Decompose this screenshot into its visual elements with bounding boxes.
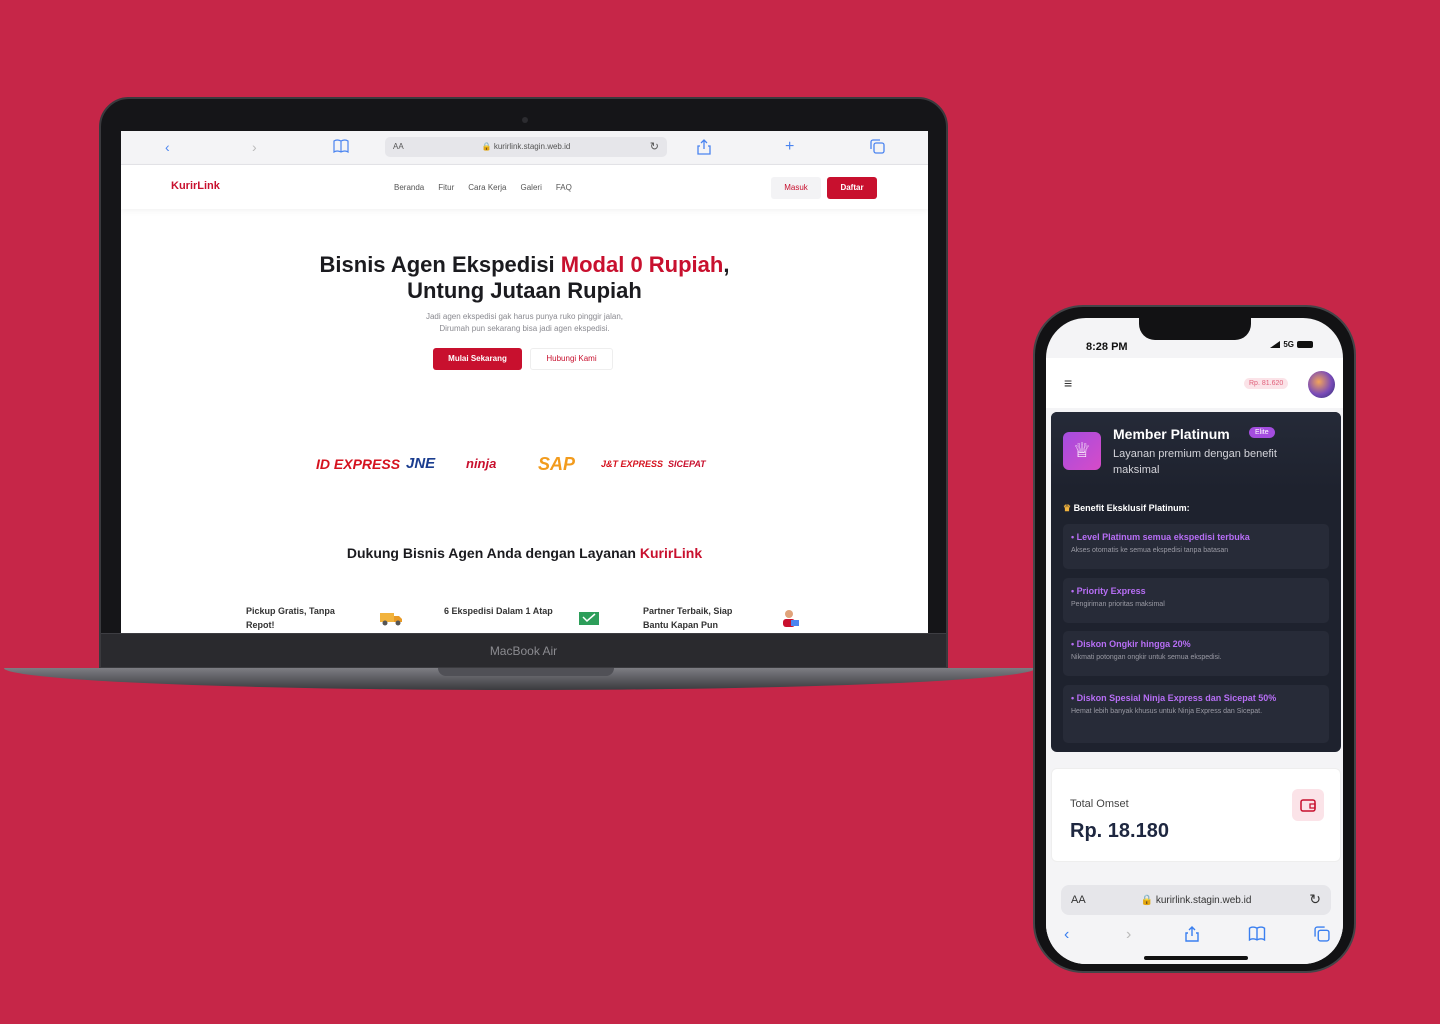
phone-url-text: 🔒 kurirlink.stagin.web.id — [1140, 895, 1252, 906]
omset-label: Total Omset — [1070, 798, 1129, 810]
feature-pickup: Pickup Gratis, Tanpa Repot! — [246, 606, 335, 630]
section-title: Dukung Bisnis Agen Anda dengan Layanan K… — [346, 545, 703, 561]
network-label: 5G — [1283, 340, 1294, 349]
nav-galeri[interactable]: Galeri — [521, 183, 542, 192]
hero-title: Bisnis Agen Ekspedisi Modal 0 Rupiah, Un… — [319, 252, 730, 303]
menu-icon[interactable]: ≡ — [1064, 375, 1072, 391]
phone-share-icon[interactable] — [1185, 926, 1199, 947]
benefit-item: • Priority Express Pengiriman prioritas … — [1063, 578, 1329, 623]
phone-back-icon[interactable]: ‹ — [1064, 926, 1069, 944]
forward-icon[interactable]: › — [252, 139, 257, 155]
contact-us-button[interactable]: Hubungi Kami — [530, 348, 613, 370]
app-header: ≡ Rp. 81.620 — [1046, 358, 1343, 408]
feature-ekspedisi: 6 Ekspedisi Dalam 1 Atap — [444, 606, 553, 616]
register-button[interactable]: Daftar — [827, 177, 877, 199]
support-agent-icon — [783, 610, 799, 627]
phone-address-bar[interactable]: AA 🔒 kurirlink.stagin.web.id ↻ — [1061, 885, 1331, 915]
nav-links: Beranda Fitur Cara Kerja Galeri FAQ — [394, 183, 572, 192]
member-card-header: ♕ Member Platinum Elite Layanan premium … — [1051, 412, 1341, 490]
laptop-chin: MacBook Air — [101, 633, 946, 667]
truck-icon — [380, 613, 402, 626]
tabs-icon[interactable] — [870, 139, 885, 157]
bookmarks-icon[interactable] — [333, 139, 349, 156]
avatar[interactable] — [1308, 371, 1335, 398]
member-title: Member Platinum — [1113, 426, 1230, 442]
jne-logo: JNE — [406, 455, 436, 472]
crown-icon: ♕ — [1063, 432, 1101, 470]
hero-subtitle: Jadi agen ekspedisi gak harus punya ruko… — [425, 312, 623, 333]
phone-tabs-icon[interactable] — [1314, 926, 1330, 947]
nav-cara-kerja[interactable]: Cara Kerja — [468, 183, 506, 192]
member-card: ♕ Member Platinum Elite Layanan premium … — [1051, 412, 1341, 752]
feature-partner: Partner Terbaik, Siap Bantu Kapan Pun — [643, 606, 733, 630]
laptop-screen: ‹ › AA 🔒 kurirlink.stagin.web.id ↻ + Kur… — [121, 131, 928, 634]
back-icon[interactable]: ‹ — [165, 139, 170, 155]
laptop: ‹ › AA 🔒 kurirlink.stagin.web.id ↻ + Kur… — [99, 97, 948, 669]
brand-logo[interactable]: KurirLink — [171, 180, 220, 192]
balance-chip[interactable]: Rp. 81.620 — [1244, 378, 1289, 389]
site-navbar: KurirLink Beranda Fitur Cara Kerja Galer… — [121, 165, 928, 209]
login-button[interactable]: Masuk — [771, 177, 821, 199]
crown-small-icon: ♛ — [1063, 503, 1072, 513]
phone-screen: 8:28 PM 5G ≡ Rp. 81.620 ♕ Member Platinu… — [1046, 318, 1343, 964]
camera-icon — [522, 117, 528, 123]
sap-logo: SAP — [538, 454, 576, 474]
nav-fitur[interactable]: Fitur — [438, 183, 454, 192]
new-tab-icon[interactable]: + — [785, 139, 794, 155]
start-now-button[interactable]: Mulai Sekarang — [433, 348, 522, 370]
nav-faq[interactable]: FAQ — [556, 183, 572, 192]
wallet-icon — [1292, 789, 1324, 821]
sicepat-logo: SICEPAT — [668, 459, 706, 469]
reload-icon[interactable]: ↻ — [650, 140, 659, 153]
nav-beranda[interactable]: Beranda — [394, 183, 424, 192]
ninja-logo: ninja — [466, 456, 497, 471]
address-bar[interactable]: AA 🔒 kurirlink.stagin.web.id ↻ — [385, 137, 667, 157]
phone-notch — [1139, 318, 1251, 340]
status-time: 8:28 PM — [1086, 341, 1128, 353]
phone-safari-toolbar: AA 🔒 kurirlink.stagin.web.id ↻ ‹ › — [1046, 878, 1343, 964]
status-indicators: 5G — [1270, 340, 1313, 349]
phone-forward-icon[interactable]: › — [1126, 926, 1131, 944]
jnt-logo: J&T EXPRESS — [601, 459, 664, 469]
benefit-item: • Diskon Spesial Ninja Express dan Sicep… — [1063, 685, 1329, 743]
laptop-base — [4, 668, 1036, 690]
share-icon[interactable] — [697, 139, 711, 158]
url-text: 🔒 kurirlink.stagin.web.id — [481, 142, 571, 151]
phone-bookmarks-icon[interactable] — [1248, 926, 1266, 946]
phone-reload-icon[interactable]: ↻ — [1309, 891, 1321, 908]
package-icon — [579, 612, 599, 625]
partner-logos: ID EXPRESS JNE ninja SAP J&T EXPRESS SIC… — [316, 449, 736, 479]
benefit-item: • Diskon Ongkir hingga 20% Nikmati poton… — [1063, 631, 1329, 676]
laptop-notch — [438, 668, 614, 676]
battery-icon — [1297, 341, 1313, 348]
home-indicator[interactable] — [1144, 956, 1248, 960]
idexpress-logo: ID EXPRESS — [316, 456, 401, 472]
phone: 8:28 PM 5G ≡ Rp. 81.620 ♕ Member Platinu… — [1033, 305, 1356, 973]
safari-toolbar: ‹ › AA 🔒 kurirlink.stagin.web.id ↻ + — [121, 131, 928, 165]
member-subtitle: Layanan premium dengan benefit maksimal — [1113, 448, 1277, 476]
benefit-item: • Level Platinum semua ekspedisi terbuka… — [1063, 524, 1329, 569]
signal-icon — [1270, 341, 1281, 348]
total-omset-card: Total Omset Rp. 18.180 — [1051, 768, 1341, 862]
benefits-heading: ♛ Benefit Eksklusif Platinum: — [1063, 503, 1190, 513]
laptop-model-label: MacBook Air — [489, 644, 558, 658]
elite-badge: Elite — [1249, 427, 1275, 438]
omset-value: Rp. 18.180 — [1070, 820, 1169, 842]
